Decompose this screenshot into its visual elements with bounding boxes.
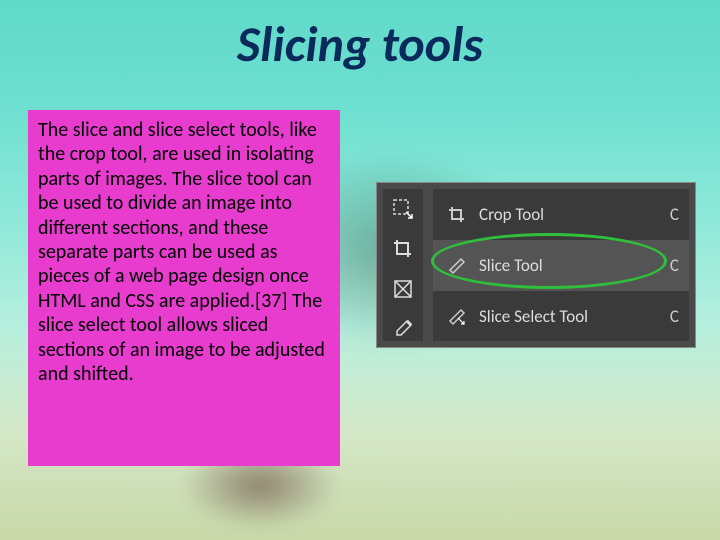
tool-strip <box>383 189 423 341</box>
flyout-row-crop: Crop Tool C <box>433 189 689 240</box>
marquee-icon <box>383 189 423 229</box>
flyout-label: Crop Tool <box>479 204 661 225</box>
eyedropper-icon <box>383 309 423 349</box>
flyout-key: C <box>661 204 679 225</box>
flyout-label: Slice Select Tool <box>479 306 661 327</box>
slice-icon <box>383 269 423 309</box>
slice-select-tool-icon <box>443 307 471 327</box>
flyout-row-slice-select: Slice Select Tool C <box>433 291 689 342</box>
slice-tool-icon <box>443 256 471 276</box>
crop-tool-icon <box>443 205 471 225</box>
flyout-label: Slice Tool <box>479 255 661 276</box>
tool-panel-screenshot: Crop Tool C Slice Tool C Slice Select To… <box>376 182 696 348</box>
slide-title: Slicing tools <box>0 14 720 75</box>
flyout-key: C <box>661 255 679 276</box>
body-text: The slice and slice select tools, like t… <box>28 110 340 466</box>
crop-icon <box>383 229 423 269</box>
flyout-key: C <box>661 306 679 327</box>
flyout-menu: Crop Tool C Slice Tool C Slice Select To… <box>433 189 689 341</box>
flyout-row-slice: Slice Tool C <box>433 240 689 291</box>
